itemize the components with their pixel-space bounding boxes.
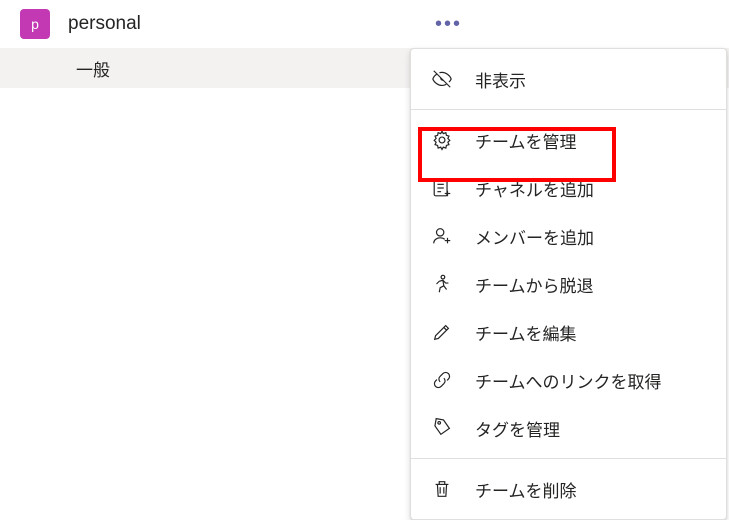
menu-manage-team[interactable]: チームを管理	[411, 116, 726, 164]
menu-delete-team[interactable]: チームを削除	[411, 465, 726, 513]
menu-add-member-label: メンバーを追加	[475, 224, 594, 249]
channel-label: 一般	[76, 56, 110, 81]
menu-manage-tags-label: タグを管理	[475, 416, 560, 441]
delete-icon	[431, 478, 453, 500]
menu-leave-team[interactable]: チームから脱退	[411, 260, 726, 308]
menu-delete-team-label: チームを削除	[475, 477, 577, 502]
menu-edit-team[interactable]: チームを編集	[411, 308, 726, 356]
edit-icon	[431, 321, 453, 343]
context-menu: 非表示 チームを管理 チャネルを追加 メンバーを追加 チームから脱退 チームを編…	[410, 48, 727, 520]
menu-add-channel-label: チャネルを追加	[475, 176, 594, 201]
leave-icon	[431, 273, 453, 295]
menu-add-channel[interactable]: チャネルを追加	[411, 164, 726, 212]
more-options-button[interactable]: •••	[435, 0, 462, 48]
more-icon: •••	[435, 14, 462, 34]
menu-manage-team-label: チームを管理	[475, 128, 577, 153]
hide-icon	[431, 68, 453, 90]
gear-icon	[431, 129, 453, 151]
tag-icon	[431, 417, 453, 439]
menu-add-member[interactable]: メンバーを追加	[411, 212, 726, 260]
team-row[interactable]: p personal •••	[0, 0, 729, 48]
menu-divider	[411, 458, 726, 459]
link-icon	[431, 369, 453, 391]
menu-get-link[interactable]: チームへのリンクを取得	[411, 356, 726, 404]
menu-get-link-label: チームへのリンクを取得	[475, 368, 662, 393]
team-avatar: p	[20, 9, 50, 39]
add-channel-icon	[431, 177, 453, 199]
menu-hide-label: 非表示	[475, 67, 526, 92]
team-avatar-letter: p	[31, 16, 39, 32]
menu-hide[interactable]: 非表示	[411, 55, 726, 103]
team-name: personal	[68, 13, 141, 35]
menu-divider	[411, 109, 726, 110]
add-member-icon	[431, 225, 453, 247]
menu-leave-team-label: チームから脱退	[475, 272, 594, 297]
menu-edit-team-label: チームを編集	[475, 320, 577, 345]
menu-manage-tags[interactable]: タグを管理	[411, 404, 726, 452]
